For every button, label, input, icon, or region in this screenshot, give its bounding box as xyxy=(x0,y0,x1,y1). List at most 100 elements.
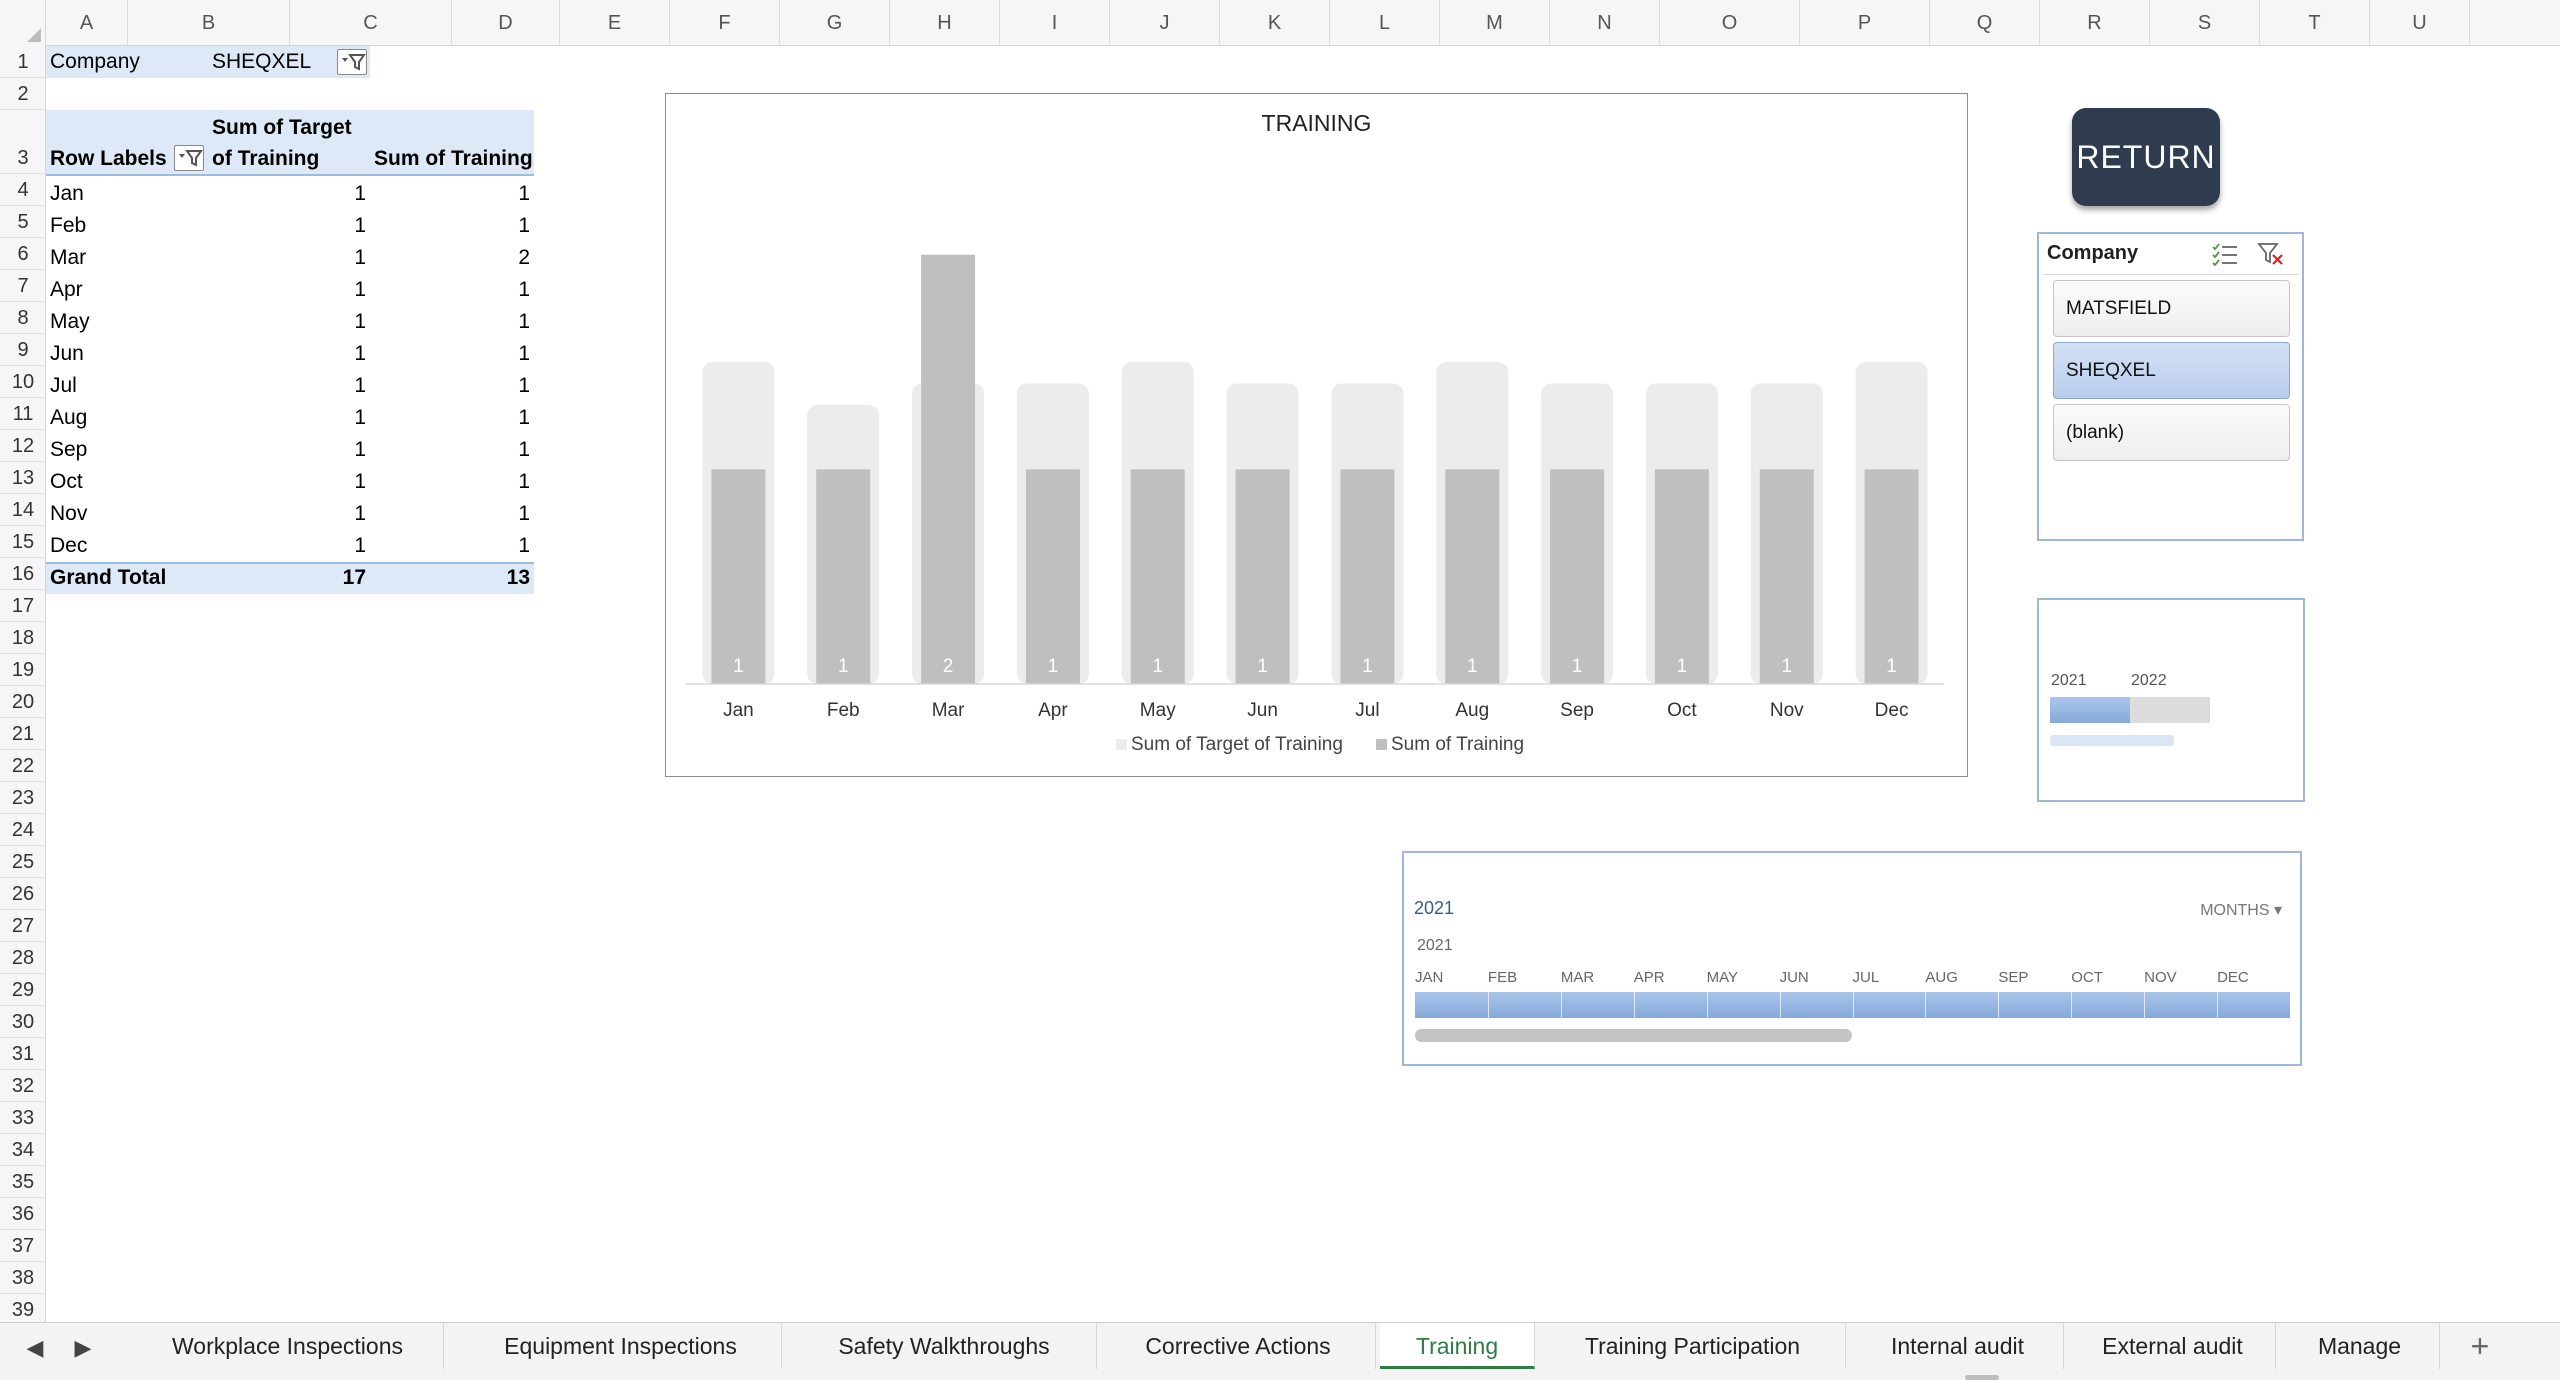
row-header-4[interactable]: 4 xyxy=(0,174,45,206)
bar-training-nov[interactable] xyxy=(1759,469,1814,684)
select-all-corner[interactable] xyxy=(0,0,46,46)
year-timeline-box[interactable]: 2021 2022 xyxy=(2037,598,2305,802)
pivot-row-training[interactable]: 1 xyxy=(370,338,534,370)
row-header-25[interactable]: 25 xyxy=(0,846,45,878)
row-header-34[interactable]: 34 xyxy=(0,1134,45,1166)
pivot-total-training[interactable]: 13 xyxy=(370,562,534,594)
multi-select-icon[interactable] xyxy=(2211,242,2239,267)
company-slicer[interactable]: Company MATSFIELD SHEQXEL (blank) xyxy=(2037,232,2304,541)
pivot-row-target[interactable]: 1 xyxy=(208,370,370,402)
row-header-16[interactable]: 16 xyxy=(0,558,45,590)
bar-training-dec[interactable] xyxy=(1864,469,1919,684)
slicer-item[interactable]: SHEQXEL xyxy=(2053,342,2290,399)
training-chart[interactable]: TRAINING 1 Jan 1 Feb 2 Mar 1 Apr 1 May 1 Jun 1 Jul 1 Au… xyxy=(665,93,1968,777)
row-header-30[interactable]: 30 xyxy=(0,1006,45,1038)
add-sheet-icon[interactable]: + xyxy=(2445,1323,2515,1369)
pivot-row-training[interactable]: 1 xyxy=(370,306,534,338)
column-header-k[interactable]: K xyxy=(1220,0,1330,46)
column-header-o[interactable]: O xyxy=(1660,0,1800,46)
row-header-33[interactable]: 33 xyxy=(0,1102,45,1134)
pivot-row-target[interactable]: 1 xyxy=(208,210,370,242)
column-header-i[interactable]: I xyxy=(1000,0,1110,46)
row-header-24[interactable]: 24 xyxy=(0,814,45,846)
row-header-17[interactable]: 17 xyxy=(0,590,45,622)
pivot-row-target[interactable]: 1 xyxy=(208,434,370,466)
bar-training-feb[interactable] xyxy=(816,469,871,684)
clear-filter-icon[interactable] xyxy=(2257,242,2285,266)
row-header-1[interactable]: 1 xyxy=(0,46,45,78)
column-header-e[interactable]: E xyxy=(560,0,670,46)
column-header-l[interactable]: L xyxy=(1330,0,1440,46)
row-header-35[interactable]: 35 xyxy=(0,1166,45,1198)
timeline-month-aug[interactable]: AUG xyxy=(1925,969,1958,986)
pivot-row-target[interactable]: 1 xyxy=(208,466,370,498)
timeline-month-sep[interactable]: SEP xyxy=(1998,969,2028,986)
slicer-item[interactable]: MATSFIELD xyxy=(2053,280,2290,337)
pivot-header-training[interactable]: Sum of Training xyxy=(370,143,534,175)
row-header-9[interactable]: 9 xyxy=(0,334,45,366)
row-header-15[interactable]: 15 xyxy=(0,526,45,558)
bar-training-jul[interactable] xyxy=(1340,469,1395,684)
year-label-2021[interactable]: 2021 xyxy=(2051,672,2087,690)
row-header-18[interactable]: 18 xyxy=(0,622,45,654)
timeline-month-feb[interactable]: FEB xyxy=(1488,969,1517,986)
pivot-row-training[interactable]: 1 xyxy=(370,402,534,434)
row-header-3[interactable]: 3 xyxy=(0,110,45,174)
sheet-tab-manage[interactable]: Manage xyxy=(2280,1323,2440,1369)
slicer-item[interactable]: (blank) xyxy=(2053,404,2290,461)
pivot-row-training[interactable]: 1 xyxy=(370,370,534,402)
row-header-32[interactable]: 32 xyxy=(0,1070,45,1102)
row-header-10[interactable]: 10 xyxy=(0,366,45,398)
pivot-row-target[interactable]: 1 xyxy=(208,338,370,370)
pivot-row-training[interactable]: 2 xyxy=(370,242,534,274)
pivot-row-target[interactable]: 1 xyxy=(208,242,370,274)
sheet-tab-training-participation[interactable]: Training Participation xyxy=(1540,1323,1846,1369)
pivot-row-label[interactable]: Jun xyxy=(46,338,208,370)
pivot-row-target[interactable]: 1 xyxy=(208,530,370,562)
timeline-month-oct[interactable]: OCT xyxy=(2071,969,2103,986)
row-header-7[interactable]: 7 xyxy=(0,270,45,302)
column-header-c[interactable]: C xyxy=(290,0,452,46)
prev-sheet-arrow-icon[interactable]: ◀ xyxy=(20,1333,50,1363)
pivot-header-target-line2[interactable]: of Training xyxy=(208,143,370,175)
row-header-6[interactable]: 6 xyxy=(0,238,45,270)
bar-training-may[interactable] xyxy=(1130,469,1185,684)
year-bar-2022[interactable] xyxy=(2130,697,2210,723)
pivot-row-label[interactable]: Oct xyxy=(46,466,208,498)
row-header-39[interactable]: 39 xyxy=(0,1294,45,1322)
pivot-total-target[interactable]: 17 xyxy=(208,562,370,594)
timeline-month-mar[interactable]: MAR xyxy=(1561,969,1594,986)
row-header-5[interactable]: 5 xyxy=(0,206,45,238)
timeline-month-jul[interactable]: JUL xyxy=(1853,969,1880,986)
pivot-row-training[interactable]: 1 xyxy=(370,466,534,498)
bar-training-aug[interactable] xyxy=(1445,469,1500,684)
pivot-row-training[interactable]: 1 xyxy=(370,530,534,562)
horizontal-scroll-thumb[interactable] xyxy=(1965,1375,1999,1380)
bar-training-oct[interactable] xyxy=(1654,469,1709,684)
pivot-row-target[interactable]: 1 xyxy=(208,498,370,530)
column-header-h[interactable]: H xyxy=(890,0,1000,46)
column-header-d[interactable]: D xyxy=(452,0,560,46)
pivot-row-training[interactable]: 1 xyxy=(370,434,534,466)
pivot-row-training[interactable]: 1 xyxy=(370,178,534,210)
pivot-row-label[interactable]: Apr xyxy=(46,274,208,306)
column-header-p[interactable]: P xyxy=(1800,0,1930,46)
pivot-filter-label[interactable]: Company xyxy=(46,46,208,78)
sheet-tab-training[interactable]: Training xyxy=(1380,1323,1535,1369)
row-labels-filter-dropdown[interactable] xyxy=(174,145,204,171)
column-header-s[interactable]: S xyxy=(2150,0,2260,46)
pivot-row-label[interactable]: Jan xyxy=(46,178,208,210)
next-sheet-arrow-icon[interactable]: ▶ xyxy=(68,1333,98,1363)
pivot-row-label[interactable]: Aug xyxy=(46,402,208,434)
column-header-r[interactable]: R xyxy=(2040,0,2150,46)
column-header-g[interactable]: G xyxy=(780,0,890,46)
year-bar-2021[interactable] xyxy=(2050,697,2130,723)
pivot-row-label[interactable]: Dec xyxy=(46,530,208,562)
row-header-38[interactable]: 38 xyxy=(0,1262,45,1294)
sheet-tab-safety-walkthroughs[interactable]: Safety Walkthroughs xyxy=(792,1323,1097,1369)
row-header-29[interactable]: 29 xyxy=(0,974,45,1006)
pivot-row-label[interactable]: Mar xyxy=(46,242,208,274)
pivot-row-label[interactable]: Sep xyxy=(46,434,208,466)
pivot-row-label[interactable]: Nov xyxy=(46,498,208,530)
column-header-b[interactable]: B xyxy=(128,0,290,46)
